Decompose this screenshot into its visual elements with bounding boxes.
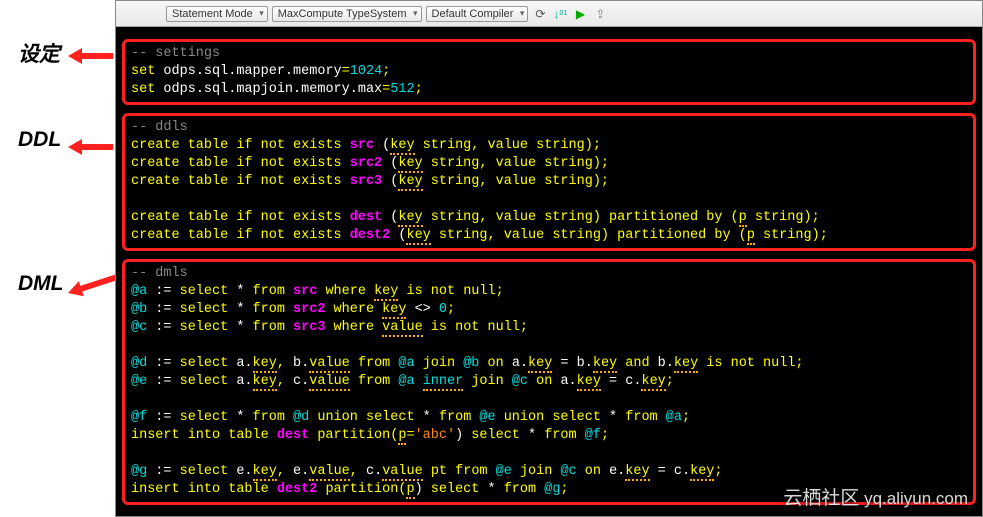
code-block-settings: -- settings set odps.sql.mapper.memory=1… [122, 39, 976, 105]
sidebar: 设定 DDL DML [0, 0, 115, 517]
watermark: 云栖社区 yq.aliyun.com [783, 483, 968, 510]
upload-icon[interactable]: ⇪ [592, 6, 608, 22]
code-block-ddl: -- ddls create table if not exists src (… [122, 113, 976, 251]
toolbar: Statement Mode MaxCompute TypeSystem Def… [116, 1, 982, 27]
run-icon[interactable]: ▶ [572, 6, 588, 22]
editor-pane: Statement Mode MaxCompute TypeSystem Def… [115, 0, 983, 517]
dropdown-statement-mode[interactable]: Statement Mode [166, 6, 268, 22]
refresh-icon[interactable]: ⟳ [532, 6, 548, 22]
code-area[interactable]: -- settings set odps.sql.mapper.memory=1… [116, 27, 982, 516]
label-dml: DML [18, 272, 64, 296]
code-block-dml: -- dmls @a := select * from src where ke… [122, 259, 976, 505]
dropdown-compiler[interactable]: Default Compiler [426, 6, 529, 22]
arrow-icon [68, 137, 113, 157]
label-settings: 设定 [18, 38, 60, 68]
sort-icon[interactable]: ↓01 [552, 6, 568, 22]
label-ddl: DDL [18, 128, 61, 152]
arrow-icon [68, 46, 113, 66]
dropdown-typesystem[interactable]: MaxCompute TypeSystem [272, 6, 422, 22]
